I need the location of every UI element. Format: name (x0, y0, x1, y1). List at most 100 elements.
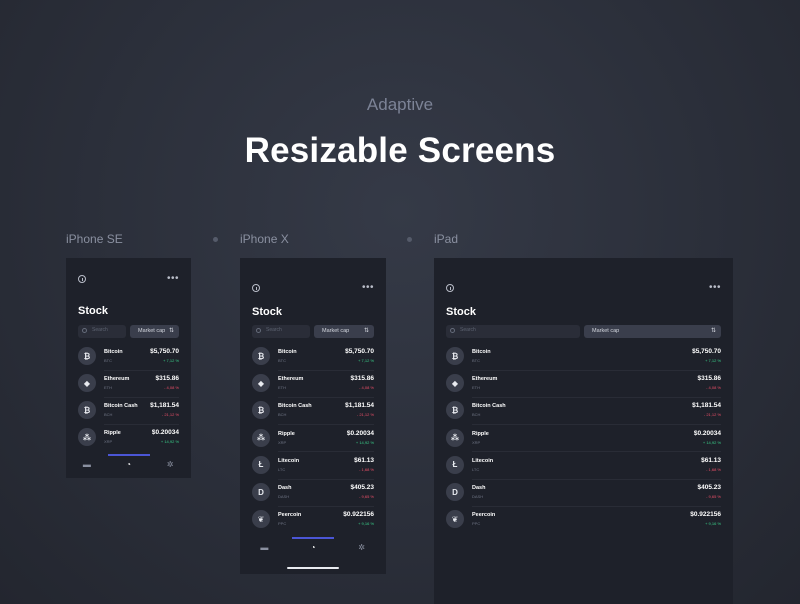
coin-row[interactable]: Ł Litecoin LTC $61.13 - 1,68 % (446, 452, 721, 479)
device-label-iphone-x: iPhone X (240, 232, 289, 246)
search-input[interactable]: Search (446, 325, 580, 338)
tab-portfolio-icon[interactable]: ◔ (309, 543, 318, 552)
coin-price: $315.86 (155, 375, 180, 382)
coin-price: $405.23 (697, 484, 722, 491)
coin-row[interactable]: ₿ Bitcoin BTC $5,750.70 + 7,12 % (252, 343, 374, 370)
coin-symbol: PPC (472, 521, 481, 527)
coin-icon: ₿ (78, 347, 96, 365)
coin-price: $0.922156 (343, 511, 374, 519)
coin-name: Bitcoin Cash (472, 403, 506, 410)
coin-price: $315.86 (350, 375, 375, 383)
coin-name: Bitcoin Cash (104, 403, 138, 409)
coin-change: - 9,65 % (706, 494, 721, 499)
screen-ipad: ••• Stock Search Market cap ⇅ ₿ Bitcoin BTC $5,7… (434, 258, 733, 604)
coin-name: Ripple (278, 430, 295, 437)
market-cap-sort-button[interactable]: Market cap ⇅ (130, 325, 179, 338)
more-icon[interactable]: ••• (709, 283, 721, 293)
separator-dot (213, 237, 218, 242)
coin-change: - 4,08 % (359, 385, 374, 391)
coin-row[interactable]: ₿ Bitcoin Cash BCH $1,181.54 - 21,12 % (78, 397, 179, 424)
coin-change: - 4,08 % (706, 385, 721, 391)
coin-change: + 9,16 % (705, 521, 721, 527)
page-title: Stock (78, 305, 108, 317)
coin-change: + 7,12 % (705, 358, 721, 363)
coin-symbol: BCH (104, 412, 113, 417)
coin-row[interactable]: ⁂ Ripple XRP $0.20034 + 14,92 % (78, 424, 179, 451)
search-icon (450, 328, 455, 333)
coin-row[interactable]: Ł Litecoin LTC $61.13 - 1,68 % (252, 452, 374, 479)
coin-row[interactable]: ◆ Ethereum ETH $315.86 - 4,08 % (446, 370, 721, 397)
coin-symbol: BCH (278, 412, 287, 418)
coin-name: Ripple (104, 430, 121, 436)
coin-change: - 4,08 % (164, 385, 179, 390)
coin-symbol: BTC (104, 358, 112, 363)
search-input[interactable]: Search (252, 325, 310, 338)
sort-icon: ⇅ (168, 328, 174, 334)
more-icon[interactable]: ••• (362, 283, 374, 293)
tab-portfolio-icon[interactable]: ◔ (124, 460, 133, 469)
coin-symbol: XRP (472, 439, 481, 445)
coin-change: - 1,68 % (359, 466, 374, 472)
coin-name: Litecoin (472, 457, 494, 464)
market-cap-sort-button[interactable]: Market cap ⇅ (584, 325, 721, 338)
device-label-iphone-se: iPhone SE (66, 232, 123, 246)
coin-icon: ₿ (252, 401, 270, 420)
coin-row[interactable]: ◆ Ethereum ETH $315.86 - 4,08 % (78, 370, 179, 397)
coin-name: Ethereum (278, 376, 304, 383)
coin-icon: ◆ (252, 374, 270, 393)
coin-row[interactable]: ₿ Bitcoin Cash BCH $1,181.54 - 21,12 % (446, 397, 721, 424)
coin-price: $0.20034 (151, 429, 179, 436)
coin-price: $405.23 (350, 484, 375, 491)
tab-wallet-icon[interactable]: ▬ (82, 460, 91, 469)
search-placeholder: Search (460, 327, 476, 333)
coin-row[interactable]: ⁂ Ripple XRP $0.20034 + 14,92 % (446, 425, 721, 452)
search-placeholder: Search (266, 327, 282, 333)
coin-row[interactable]: ◆ Ethereum ETH $315.86 - 4,08 % (252, 370, 374, 397)
coin-symbol: BCH (472, 412, 481, 418)
tab-wallet-icon[interactable]: ▬ (260, 543, 269, 552)
coin-name: Bitcoin (104, 349, 123, 355)
sort-icon: ⇅ (363, 328, 369, 334)
info-icon[interactable] (252, 284, 260, 292)
coin-symbol: ETH (278, 385, 286, 391)
tab-settings-icon[interactable]: ✲ (166, 460, 175, 469)
coin-row[interactable]: ₿ Bitcoin BTC $5,750.70 + 7,12 % (78, 343, 179, 370)
info-icon[interactable] (446, 284, 454, 292)
coin-icon: ⁂ (78, 428, 96, 446)
coin-icon: ◆ (78, 374, 96, 392)
coin-row[interactable]: ₿ Bitcoin Cash BCH $1,181.54 - 21,12 % (252, 397, 374, 424)
coin-change: + 9,16 % (358, 521, 374, 527)
coin-symbol: PPC (278, 521, 287, 527)
coin-row[interactable]: D Dash DASH $405.23 - 9,65 % (446, 479, 721, 506)
search-input[interactable]: Search (78, 325, 126, 338)
coin-symbol: BTC (278, 358, 286, 363)
coin-price: $1,181.54 (150, 402, 179, 409)
coin-name: Bitcoin (278, 349, 297, 355)
coin-row[interactable]: ❦ Peercoin PPC $0.922156 + 9,16 % (252, 506, 374, 533)
coin-symbol: LTC (278, 466, 286, 472)
market-cap-sort-button[interactable]: Market cap ⇅ (314, 325, 374, 338)
info-icon[interactable] (78, 275, 86, 283)
coin-icon: Ł (252, 455, 270, 474)
sort-label: Market cap (592, 328, 620, 334)
coin-change: - 21,12 % (356, 412, 374, 418)
coin-change: + 14,92 % (160, 439, 179, 444)
coin-name: Peercoin (278, 512, 302, 519)
coin-icon: D (252, 483, 270, 501)
coin-symbol: XRP (104, 439, 113, 444)
coin-price: $1,181.54 (692, 402, 721, 410)
coin-price: $0.20034 (693, 429, 721, 437)
more-icon[interactable]: ••• (167, 274, 179, 284)
coin-price: $1,181.54 (345, 402, 374, 410)
coin-row[interactable]: ₿ Bitcoin BTC $5,750.70 + 7,12 % (446, 343, 721, 370)
tab-settings-icon[interactable]: ✲ (357, 543, 366, 552)
coin-icon: ❦ (252, 510, 270, 529)
coin-change: + 7,12 % (358, 358, 374, 363)
coin-row[interactable]: D Dash DASH $405.23 - 9,65 % (252, 479, 374, 506)
coin-row[interactable]: ⁂ Ripple XRP $0.20034 + 14,92 % (252, 425, 374, 452)
coin-icon: ₿ (446, 401, 464, 420)
coin-change: - 21,12 % (161, 412, 179, 417)
section-title: Resizable Screens (244, 131, 556, 170)
coin-icon: ❦ (446, 510, 464, 529)
coin-row[interactable]: ❦ Peercoin PPC $0.922156 + 9,16 % (446, 506, 721, 533)
